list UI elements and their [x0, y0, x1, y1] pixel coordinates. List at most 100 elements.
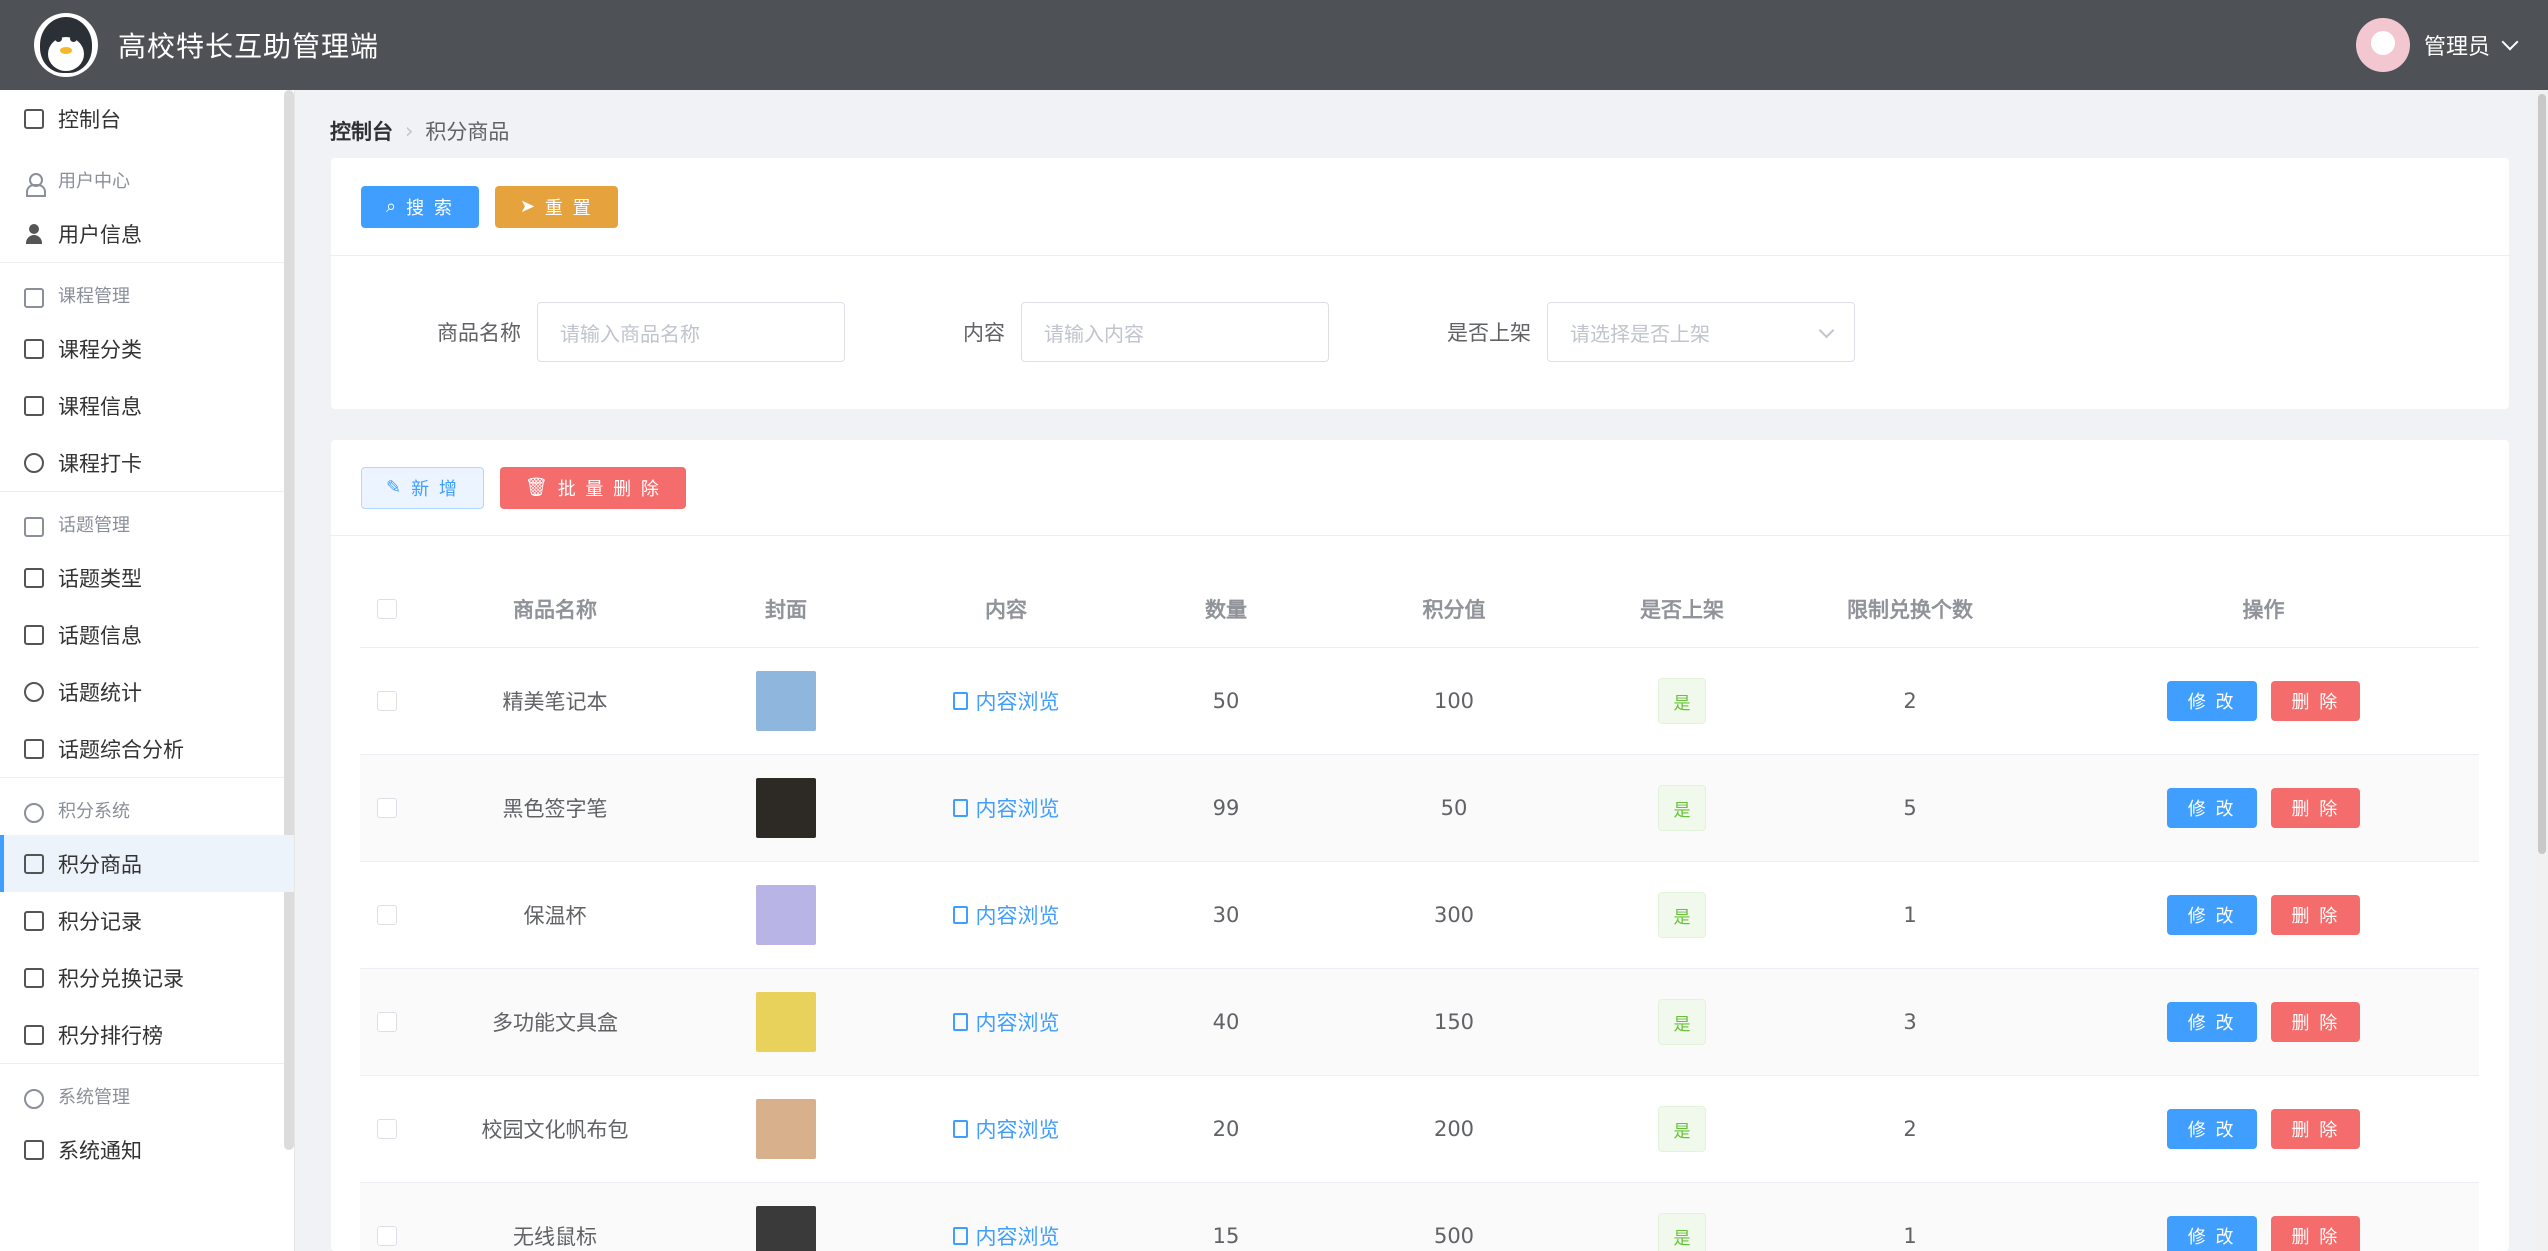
sidebar-item-4[interactable]: 课程分类	[0, 320, 294, 377]
sidebar-item-8[interactable]: 话题类型	[0, 549, 294, 606]
sidebar-item-16[interactable]: 积分排行榜	[0, 1006, 294, 1063]
edit-button[interactable]: 修 改	[2166, 681, 2257, 721]
row-checkbox[interactable]	[377, 905, 397, 925]
cover-image[interactable]	[756, 1206, 816, 1251]
sidebar-group-3[interactable]: 课程管理	[0, 262, 294, 320]
quantity: 30	[1212, 903, 1240, 927]
delete-button[interactable]: 删 除	[2270, 1002, 2361, 1042]
column-header: 操作	[2242, 597, 2285, 622]
cover-image[interactable]	[756, 1099, 816, 1159]
content-preview-link[interactable]: 内容浏览	[952, 686, 1060, 716]
quantity: 40	[1212, 1010, 1240, 1034]
edit-button[interactable]: 修 改	[2166, 1109, 2257, 1149]
table-row: 精美笔记本 内容浏览 50 100 是 2 修 改删 除	[360, 648, 2479, 755]
quantity: 99	[1212, 796, 1240, 820]
goods-table: 商品名称 封面 内容 数量 积分值 是否上架 限制兑换个数 操作 精美笔记本 内容…	[360, 570, 2479, 1251]
app-title: 高校特长互助管理端	[118, 30, 380, 63]
shelf-status-badge: 是	[1658, 1106, 1706, 1152]
document-icon	[952, 1227, 968, 1245]
row-checkbox[interactable]	[377, 1119, 397, 1139]
pie-chart-icon	[24, 681, 44, 702]
table-row: 多功能文具盒 内容浏览 40 150 是 3 修 改删 除	[360, 969, 2479, 1076]
sidebar-label: 话题统计	[58, 680, 142, 705]
cover-image[interactable]	[756, 778, 816, 838]
user-icon	[24, 173, 46, 197]
sidebar-group-17[interactable]: 系统管理	[0, 1063, 294, 1121]
delete-button[interactable]: 删 除	[2270, 788, 2361, 828]
content-preview-link[interactable]: 内容浏览	[952, 1114, 1060, 1144]
document-icon	[952, 1013, 968, 1031]
edit-icon: ✎	[386, 477, 404, 498]
content-preview-link[interactable]: 内容浏览	[952, 1007, 1060, 1037]
column-header: 数量	[1205, 597, 1247, 622]
edit-button[interactable]: 修 改	[2166, 1002, 2257, 1042]
sidebar-group-12[interactable]: 积分系统	[0, 777, 294, 835]
user-menu[interactable]: 管理员	[2355, 18, 2519, 72]
exchange-limit: 1	[1903, 1224, 1917, 1248]
sidebar-item-13[interactable]: 积分商品	[0, 835, 294, 892]
sidebar-item-2[interactable]: 用户信息	[0, 205, 294, 262]
sidebar: 控制台用户中心用户信息 课程管理 课程分类课程信息课程打卡话题管理话题类型话题信息话…	[0, 90, 295, 1251]
sidebar-label: 话题管理	[58, 515, 130, 536]
cover-image[interactable]	[756, 885, 816, 945]
edit-button[interactable]: 修 改	[2166, 1216, 2257, 1251]
goods-name: 无线鼠标	[513, 1225, 597, 1249]
edit-button[interactable]: 修 改	[2166, 895, 2257, 935]
search-button[interactable]: ⌕ 搜 索	[361, 185, 479, 228]
shopping-bag-icon	[24, 853, 44, 874]
delete-button[interactable]: 删 除	[2270, 1216, 2361, 1251]
goods-name: 精美笔记本	[502, 690, 608, 714]
points: 300	[1433, 903, 1475, 927]
bell-icon	[24, 1139, 44, 1160]
medal-icon	[24, 803, 44, 823]
row-checkbox[interactable]	[377, 691, 397, 711]
breadcrumb: 控制台 › 积分商品	[330, 116, 509, 146]
reset-button[interactable]: ➤ 重 置	[494, 185, 618, 228]
delete-button[interactable]: 删 除	[2270, 1109, 2361, 1149]
shelf-status-badge: 是	[1658, 678, 1706, 724]
row-checkbox[interactable]	[377, 798, 397, 818]
row-checkbox[interactable]	[377, 1226, 397, 1246]
sidebar-label: 用户中心	[58, 171, 130, 192]
gear-icon	[24, 1089, 44, 1109]
content-preview-link[interactable]: 内容浏览	[952, 900, 1060, 930]
sidebar-item-9[interactable]: 话题信息	[0, 606, 294, 663]
shelf-filter-select[interactable]: 请选择是否上架	[1547, 302, 1855, 362]
shelf-status-badge: 是	[1658, 999, 1706, 1045]
batch-delete-button[interactable]: 🗑 批 量 删 除	[499, 466, 686, 509]
sidebar-label: 话题信息	[58, 623, 142, 648]
sidebar-label: 积分记录	[58, 909, 142, 934]
delete-button[interactable]: 删 除	[2270, 681, 2361, 721]
sidebar-item-18[interactable]: 系统通知	[0, 1121, 294, 1178]
cover-image[interactable]	[756, 671, 816, 731]
user-icon	[24, 223, 44, 244]
page-scrollbar[interactable]	[2536, 90, 2548, 1251]
sidebar-group-1[interactable]: 用户中心	[0, 147, 294, 205]
bookmark-icon	[24, 338, 44, 359]
row-checkbox[interactable]	[377, 1012, 397, 1032]
sidebar-item-15[interactable]: 积分兑换记录	[0, 949, 294, 1006]
exchange-limit: 2	[1903, 1117, 1917, 1141]
sidebar-group-7[interactable]: 话题管理	[0, 491, 294, 549]
add-button[interactable]: ✎ 新 增	[361, 466, 484, 509]
sidebar-label: 课程信息	[58, 394, 142, 419]
document-icon	[952, 799, 968, 817]
edit-button[interactable]: 修 改	[2166, 788, 2257, 828]
content-filter-input[interactable]: 请输入内容	[1021, 302, 1329, 362]
quantity: 50	[1212, 689, 1240, 713]
cover-image[interactable]	[756, 992, 816, 1052]
sidebar-item-11[interactable]: 话题综合分析	[0, 720, 294, 777]
sidebar-item-5[interactable]: 课程信息	[0, 377, 294, 434]
content-preview-link[interactable]: 内容浏览	[952, 793, 1060, 823]
exchange-limit: 3	[1903, 1010, 1917, 1034]
goods-name: 黑色签字笔	[502, 797, 608, 821]
sidebar-item-14[interactable]: 积分记录	[0, 892, 294, 949]
select-all-checkbox[interactable]	[377, 598, 397, 619]
delete-button[interactable]: 删 除	[2270, 895, 2361, 935]
breadcrumb-home[interactable]: 控制台	[330, 116, 393, 146]
name-filter-input[interactable]: 请输入商品名称	[537, 302, 845, 362]
sidebar-item-10[interactable]: 话题统计	[0, 663, 294, 720]
sidebar-item-6[interactable]: 课程打卡	[0, 434, 294, 491]
sidebar-item-0[interactable]: 控制台	[0, 90, 294, 147]
content-preview-link[interactable]: 内容浏览	[952, 1221, 1060, 1251]
